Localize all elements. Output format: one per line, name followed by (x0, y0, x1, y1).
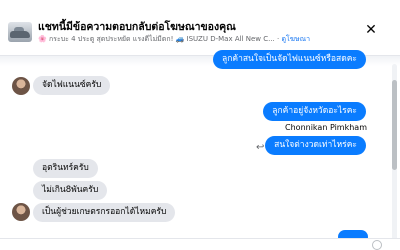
composer-action-icon[interactable] (372, 240, 382, 250)
message-composer[interactable] (0, 238, 400, 250)
header-title: แชทนี้มีข้อความตอบกลับต่อโฆษณาของคุณ (38, 21, 236, 33)
contact-avatar[interactable] (12, 203, 30, 221)
sender-name: Chonnikan Pimkham (285, 123, 367, 132)
ad-thumbnail[interactable] (8, 22, 32, 42)
chat-header: แชทนี้มีข้อความตอบกลับต่อโฆษณาของคุณ 🌸 ก… (0, 0, 400, 56)
message-bubble-outgoing[interactable]: สนใจต่างวดเท่าไหร่คะ (265, 136, 366, 155)
reply-icon[interactable]: ↩ (256, 142, 264, 153)
message-bubble-outgoing[interactable]: ลูกค้าสนใจเป็นจัดไฟแนนซ์หรือสดคะ (213, 50, 366, 69)
ad-caption-line: 🌸 กระบะ 4 ประตู สุดประหยัด แรงดีไม่มีตก!… (38, 35, 311, 43)
chat-scrollbar-thumb[interactable] (392, 80, 397, 170)
contact-avatar[interactable] (12, 77, 30, 95)
message-bubble-incoming[interactable]: อุตรินทร์ครับ (33, 159, 98, 178)
view-ad-link[interactable]: ดูโฆษณา (281, 35, 310, 43)
message-bubble-outgoing[interactable]: ลูกค้าอยู่จังหวัดอะไรคะ (263, 102, 366, 121)
message-bubble-incoming[interactable]: ไม่เกิน8พันครับ (33, 181, 108, 200)
car-body-shape (10, 31, 30, 38)
message-bubble-incoming[interactable]: เป็นผู้ช่วยเกษตรกรออกได้ไหมครับ (33, 203, 176, 222)
close-icon[interactable]: ✕ (364, 23, 378, 37)
ad-caption: 🌸 กระบะ 4 ประตู สุดประหยัด แรงดีไม่มีตก!… (38, 35, 275, 43)
message-bubble-incoming[interactable]: จัดไฟแนนซ์ครับ (33, 76, 111, 95)
